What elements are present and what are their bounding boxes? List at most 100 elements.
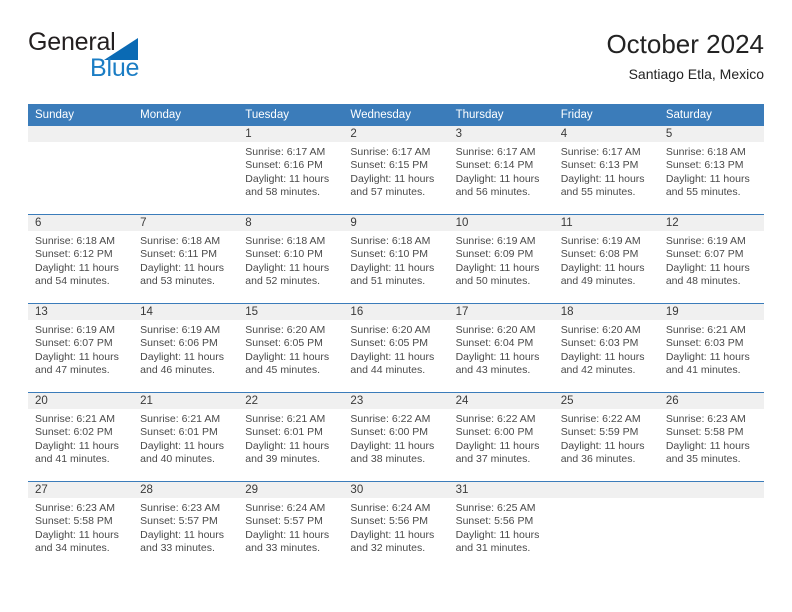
sunrise-text: Sunrise: 6:19 AM	[560, 235, 641, 247]
day-cell[interactable]: 23 Sunrise: 6:22 AM Sunset: 6:00 PM Dayligh…	[343, 393, 449, 481]
daylight-text-line2: and 44 minutes.	[350, 364, 426, 377]
day-number: 14	[133, 304, 239, 320]
day-cell[interactable]: 24 Sunrise: 6:22 AM Sunset: 6:00 PM Dayligh…	[448, 393, 554, 481]
day-number: 8	[238, 215, 344, 231]
day-number: 21	[133, 393, 239, 409]
day-cell[interactable]: 10 Sunrise: 6:19 AM Sunset: 6:09 PM Dayligh…	[448, 215, 554, 303]
sunrise-text: Sunrise: 6:18 AM	[665, 146, 746, 158]
day-number: 24	[448, 393, 554, 409]
day-number: 10	[448, 215, 554, 231]
day-number: 13	[28, 304, 134, 320]
day-sun-info: Sunrise: 6:21 AM Sunset: 6:02 PM Daylight:…	[28, 409, 133, 467]
day-cell[interactable]: 8 Sunrise: 6:18 AM Sunset: 6:10 PM Daylight…	[238, 215, 344, 303]
daylight-text-line1: Daylight: 11 hours	[455, 261, 540, 274]
day-cell[interactable]: 21 Sunrise: 6:21 AM Sunset: 6:01 PM Dayligh…	[133, 393, 239, 481]
daylight-text-line1: Daylight: 11 hours	[245, 172, 330, 185]
day-number: 4	[553, 126, 659, 142]
day-number: 3	[448, 126, 554, 142]
day-cell[interactable]: 27 Sunrise: 6:23 AM Sunset: 5:58 PM Dayligh…	[28, 482, 134, 570]
daylight-text-line2: and 36 minutes.	[560, 453, 636, 466]
daylight-text-line1: Daylight: 11 hours	[350, 350, 435, 363]
day-number	[553, 482, 659, 498]
sunset-text: Sunset: 6:10 PM	[245, 248, 323, 261]
weekday-header-tuesday: Tuesday	[245, 109, 289, 121]
day-number: 15	[238, 304, 344, 320]
daylight-text-line2: and 58 minutes.	[245, 186, 320, 199]
sunrise-text: Sunrise: 6:22 AM	[455, 413, 536, 425]
sunrise-text: Sunrise: 6:17 AM	[560, 146, 641, 158]
day-cell[interactable]: 4 Sunrise: 6:17 AM Sunset: 6:13 PM Daylight…	[553, 126, 659, 214]
daylight-text-line2: and 47 minutes.	[35, 364, 110, 377]
day-cell[interactable]: 15 Sunrise: 6:20 AM Sunset: 6:05 PM Dayligh…	[238, 304, 344, 392]
day-sun-info: Sunrise: 6:19 AM Sunset: 6:06 PM Daylight:…	[133, 320, 238, 378]
daylight-text-line2: and 45 minutes.	[245, 364, 320, 377]
day-number: 2	[343, 126, 449, 142]
day-sun-info: Sunrise: 6:25 AM Sunset: 5:56 PM Daylight:…	[449, 498, 554, 556]
day-cell[interactable]: 30 Sunrise: 6:24 AM Sunset: 5:56 PM Dayligh…	[343, 482, 449, 570]
calendar-weeks: 1 Sunrise: 6:17 AM Sunset: 6:16 PM Daylight…	[28, 126, 764, 570]
day-cell[interactable]: 29 Sunrise: 6:24 AM Sunset: 5:57 PM Dayligh…	[238, 482, 344, 570]
day-cell[interactable]: 31 Sunrise: 6:25 AM Sunset: 5:56 PM Dayligh…	[448, 482, 554, 570]
day-cell[interactable]: 6 Sunrise: 6:18 AM Sunset: 6:12 PM Daylight…	[28, 215, 134, 303]
weekday-header-saturday: Saturday	[665, 109, 712, 121]
daylight-text-line1: Daylight: 11 hours	[560, 261, 645, 274]
daylight-text-line1: Daylight: 11 hours	[35, 261, 119, 274]
day-sun-info: Sunrise: 6:21 AM Sunset: 6:01 PM Daylight:…	[133, 409, 238, 467]
sunrise-text: Sunrise: 6:21 AM	[245, 413, 326, 425]
day-cell[interactable]: 13 Sunrise: 6:19 AM Sunset: 6:07 PM Dayligh…	[28, 304, 134, 392]
day-cell[interactable]: 28 Sunrise: 6:23 AM Sunset: 5:57 PM Dayligh…	[133, 482, 239, 570]
day-sun-info: Sunrise: 6:20 AM Sunset: 6:03 PM Daylight:…	[554, 320, 659, 378]
day-number: 5	[658, 126, 764, 142]
daylight-text-line2: and 33 minutes.	[140, 542, 215, 555]
day-cell[interactable]: 20 Sunrise: 6:21 AM Sunset: 6:02 PM Dayligh…	[28, 393, 134, 481]
day-cell[interactable]: 16 Sunrise: 6:20 AM Sunset: 6:05 PM Dayligh…	[343, 304, 449, 392]
day-cell[interactable]: 2 Sunrise: 6:17 AM Sunset: 6:15 PM Daylight…	[343, 126, 449, 214]
daylight-text-line2: and 37 minutes.	[455, 453, 531, 466]
daylight-text-line1: Daylight: 11 hours	[455, 350, 540, 363]
daylight-text-line2: and 43 minutes.	[455, 364, 531, 377]
sunrise-text: Sunrise: 6:18 AM	[140, 235, 221, 247]
day-number: 17	[448, 304, 554, 320]
day-cell-empty	[553, 482, 659, 570]
weekday-header-row: Sunday Monday Tuesday Wednesday Thursday Frid…	[28, 104, 764, 126]
daylight-text-line2: and 38 minutes.	[350, 453, 426, 466]
day-sun-info: Sunrise: 6:17 AM Sunset: 6:13 PM Daylight:…	[554, 142, 659, 200]
daylight-text-line1: Daylight: 11 hours	[350, 528, 435, 541]
sunrise-text: Sunrise: 6:18 AM	[245, 235, 326, 247]
daylight-text-line1: Daylight: 11 hours	[140, 528, 224, 541]
day-cell[interactable]: 19 Sunrise: 6:21 AM Sunset: 6:03 PM Dayligh…	[658, 304, 764, 392]
day-cell[interactable]: 1 Sunrise: 6:17 AM Sunset: 6:16 PM Daylight…	[238, 126, 344, 214]
day-cell[interactable]: 9 Sunrise: 6:18 AM Sunset: 6:10 PM Daylight…	[343, 215, 449, 303]
day-cell[interactable]: 17 Sunrise: 6:20 AM Sunset: 6:04 PM Dayligh…	[448, 304, 554, 392]
daylight-text-line1: Daylight: 11 hours	[245, 439, 330, 452]
day-cell[interactable]: 25 Sunrise: 6:22 AM Sunset: 5:59 PM Dayligh…	[553, 393, 659, 481]
day-cell[interactable]: 14 Sunrise: 6:19 AM Sunset: 6:06 PM Dayligh…	[133, 304, 239, 392]
day-cell[interactable]: 3 Sunrise: 6:17 AM Sunset: 6:14 PM Daylight…	[448, 126, 554, 214]
general-blue-logo[interactable]: General Blue	[28, 28, 268, 86]
day-cell[interactable]: 18 Sunrise: 6:20 AM Sunset: 6:03 PM Dayligh…	[553, 304, 659, 392]
day-sun-info: Sunrise: 6:22 AM Sunset: 5:59 PM Daylight:…	[554, 409, 659, 467]
day-cell[interactable]: 5 Sunrise: 6:18 AM Sunset: 6:13 PM Daylight…	[658, 126, 764, 214]
daylight-text-line1: Daylight: 11 hours	[35, 439, 119, 452]
day-cell[interactable]: 26 Sunrise: 6:23 AM Sunset: 5:58 PM Dayligh…	[658, 393, 764, 481]
weekday-header-friday: Friday	[560, 109, 593, 121]
sunrise-text: Sunrise: 6:23 AM	[140, 502, 221, 514]
weekday-header-sunday: Sunday	[35, 109, 75, 121]
sunrise-text: Sunrise: 6:24 AM	[245, 502, 326, 514]
day-cell[interactable]: 12 Sunrise: 6:19 AM Sunset: 6:07 PM Dayligh…	[658, 215, 764, 303]
daylight-text-line2: and 39 minutes.	[245, 453, 320, 466]
week-cells: 13 Sunrise: 6:19 AM Sunset: 6:07 PM Dayligh…	[28, 304, 764, 392]
day-cell[interactable]: 7 Sunrise: 6:18 AM Sunset: 6:11 PM Daylight…	[133, 215, 239, 303]
day-cell[interactable]: 22 Sunrise: 6:21 AM Sunset: 6:01 PM Dayligh…	[238, 393, 344, 481]
day-sun-info: Sunrise: 6:19 AM Sunset: 6:07 PM Daylight:…	[659, 231, 764, 289]
day-sun-info: Sunrise: 6:20 AM Sunset: 6:05 PM Daylight:…	[238, 320, 343, 378]
daylight-text-line2: and 53 minutes.	[140, 275, 215, 288]
daylight-text-line1: Daylight: 11 hours	[245, 350, 330, 363]
daylight-text-line2: and 31 minutes.	[455, 542, 531, 555]
day-cell[interactable]: 11 Sunrise: 6:19 AM Sunset: 6:08 PM Dayligh…	[553, 215, 659, 303]
day-number: 31	[448, 482, 554, 498]
day-number: 12	[658, 215, 764, 231]
sunset-text: Sunset: 5:58 PM	[35, 515, 113, 528]
sunrise-text: Sunrise: 6:20 AM	[560, 324, 641, 336]
sunset-text: Sunset: 6:07 PM	[665, 248, 744, 261]
